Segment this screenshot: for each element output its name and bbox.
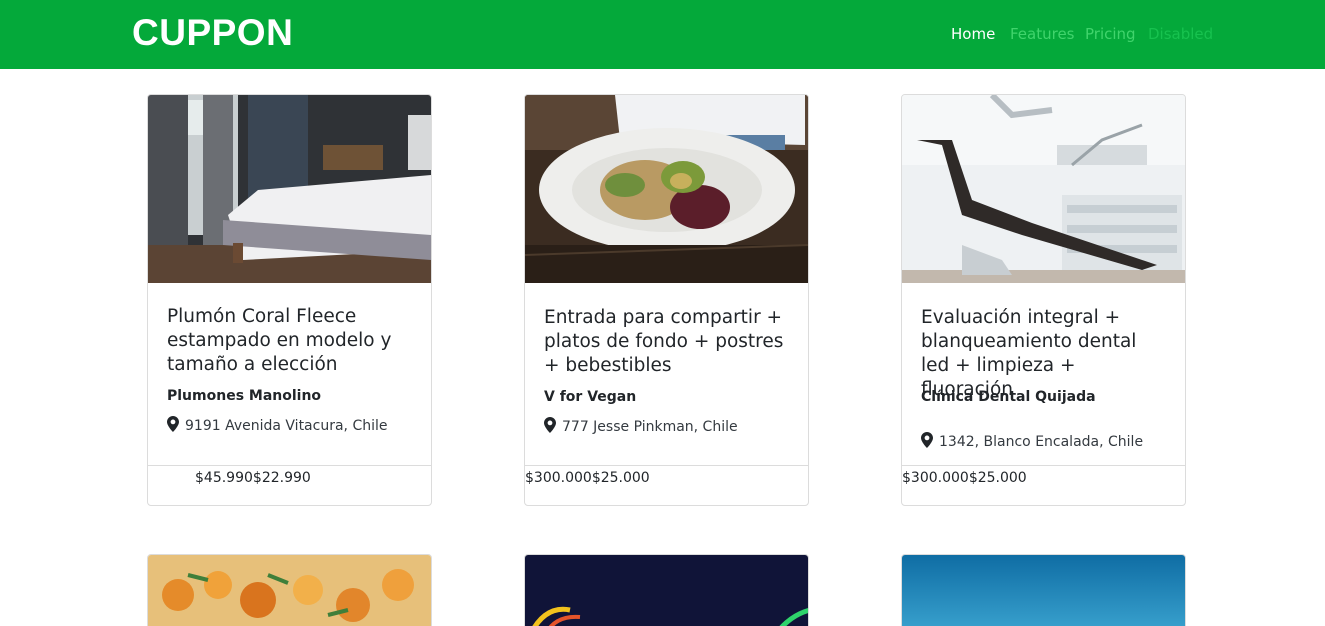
- deal-card-partial[interactable]: [901, 554, 1186, 626]
- deal-image-vegan-food[interactable]: [525, 95, 808, 283]
- deal-image-night-lights[interactable]: [525, 555, 809, 626]
- navbar: CUPPON Home Features Pricing Disabled: [0, 0, 1325, 69]
- map-marker-icon: [544, 417, 556, 433]
- deal-price-group: $300.000$25.000: [902, 470, 1027, 486]
- deal-image-blue-sky[interactable]: [902, 555, 1186, 626]
- map-marker-icon: [921, 432, 933, 448]
- deal-location-text: 777 Jesse Pinkman, Chile: [562, 419, 738, 435]
- deal-title[interactable]: Entrada para compartir + platos de fondo…: [544, 306, 784, 378]
- deal-location-text: 1342, Blanco Encalada, Chile: [939, 434, 1144, 450]
- deal-footer: $300.000$25.000: [902, 465, 1185, 505]
- deal-title[interactable]: Evaluación integral + blanqueamiento den…: [921, 306, 1161, 402]
- deal-card-partial[interactable]: [524, 554, 809, 626]
- deal-company: V for Vegan: [544, 389, 637, 405]
- nav-features-link[interactable]: Features: [1010, 25, 1075, 43]
- deal-image-food-dish[interactable]: [148, 555, 432, 626]
- deal-price-group: $45.990$22.990: [195, 470, 311, 486]
- deal-title[interactable]: Plumón Coral Fleece estampado en modelo …: [167, 305, 407, 377]
- deal-footer: $45.990$22.990: [148, 465, 431, 505]
- nav-disabled-link: Disabled: [1148, 25, 1214, 43]
- deal-original-price: $45.990: [195, 470, 253, 486]
- deal-card[interactable]: Entrada para compartir + platos de fondo…: [524, 94, 809, 506]
- deal-company: Clínica Dental Quijada: [921, 389, 1096, 405]
- deal-price-group: $300.000$25.000: [525, 470, 650, 486]
- deal-location: 1342, Blanco Encalada, Chile: [921, 432, 1143, 450]
- deal-image-bedroom[interactable]: [148, 95, 431, 283]
- nav-home-link[interactable]: Home: [951, 25, 995, 43]
- deal-location-text: 9191 Avenida Vitacura, Chile: [185, 418, 388, 434]
- deal-location: 9191 Avenida Vitacura, Chile: [167, 416, 388, 434]
- deal-location: 777 Jesse Pinkman, Chile: [544, 417, 738, 435]
- map-marker-icon: [167, 416, 179, 432]
- nav-links: Home Features Pricing Disabled: [0, 25, 1325, 49]
- deal-card[interactable]: Evaluación integral + blanqueamiento den…: [901, 94, 1186, 506]
- deal-original-price: $300.000: [525, 470, 592, 486]
- deal-original-price: $300.000: [902, 470, 969, 486]
- deal-price: $22.990: [252, 470, 311, 486]
- deal-card[interactable]: Plumón Coral Fleece estampado en modelo …: [147, 94, 432, 506]
- nav-pricing-link[interactable]: Pricing: [1085, 25, 1136, 43]
- deal-price: $25.000: [591, 470, 650, 486]
- deal-company: Plumones Manolino: [167, 388, 322, 404]
- deal-image-dental-clinic[interactable]: [902, 95, 1185, 283]
- deal-price: $25.000: [968, 470, 1027, 486]
- deal-card-partial[interactable]: [147, 554, 432, 626]
- deal-footer: $300.000$25.000: [525, 465, 808, 505]
